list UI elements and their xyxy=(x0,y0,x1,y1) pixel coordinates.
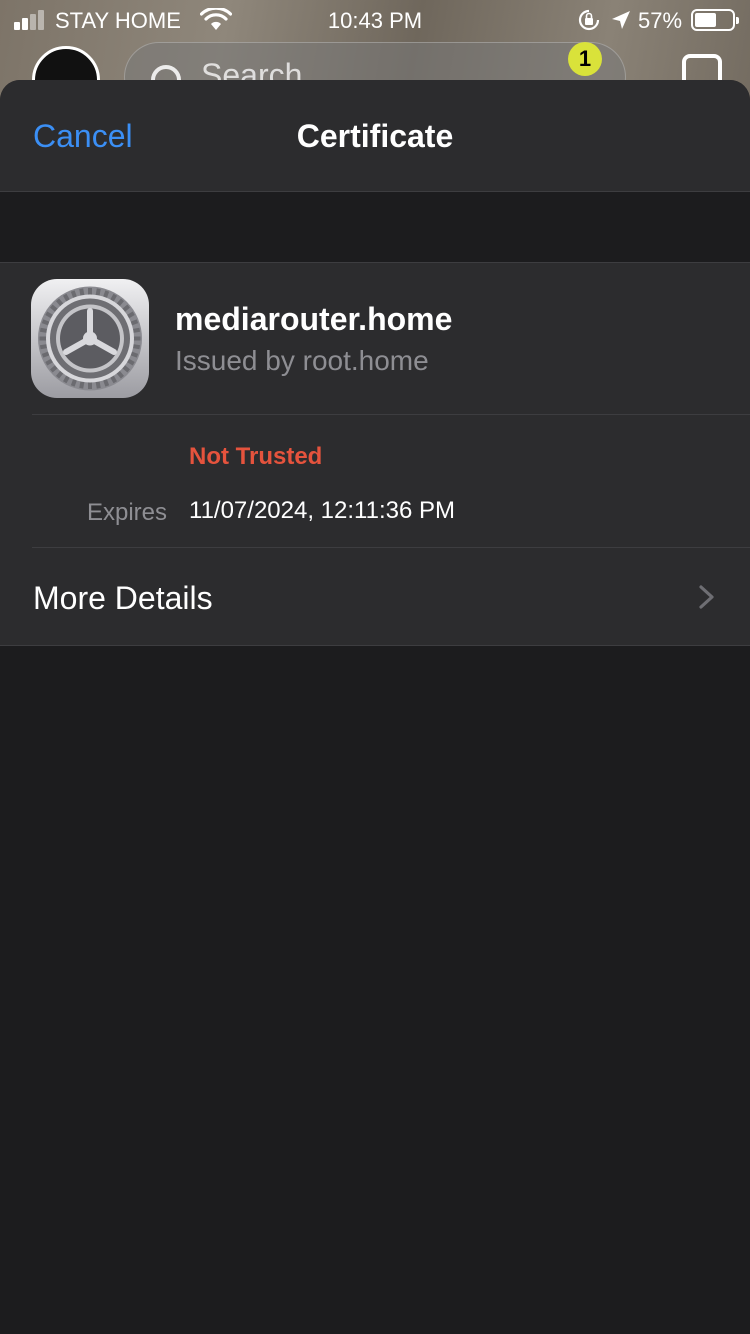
chevron-right-icon xyxy=(699,585,714,609)
more-details-row[interactable]: More Details xyxy=(0,548,750,645)
navigation-bar: Cancel Certificate xyxy=(0,80,750,192)
certificate-issuer: Issued by root.home xyxy=(175,345,429,376)
status-bar: STAY HOME 10:43 PM 57% xyxy=(0,0,750,40)
certificate-header: mediarouter.home Issued by root.home xyxy=(0,263,750,414)
expires-label: Expires xyxy=(86,499,167,526)
battery-percent: 57% xyxy=(638,8,683,33)
more-details-label: More Details xyxy=(33,580,213,616)
certificate-group: mediarouter.home Issued by root.home Not… xyxy=(0,262,750,646)
certificate-info: Not Trusted Expires 11/07/2024, 12:11:36… xyxy=(0,415,750,547)
section-spacer xyxy=(0,192,750,262)
certificate-name: mediarouter.home xyxy=(175,301,453,337)
page-title: Certificate xyxy=(296,118,454,154)
settings-gear-icon xyxy=(31,279,149,398)
location-arrow-icon xyxy=(612,11,630,29)
trust-status: Not Trusted xyxy=(189,443,323,470)
expires-value: 11/07/2024, 12:11:36 PM xyxy=(189,497,455,524)
notification-badge: 1 xyxy=(568,42,602,76)
certificate-sheet: Cancel Certificate mediarouter.home Issu… xyxy=(0,80,750,1334)
battery-icon xyxy=(691,9,739,31)
rotation-lock-icon xyxy=(578,9,600,31)
